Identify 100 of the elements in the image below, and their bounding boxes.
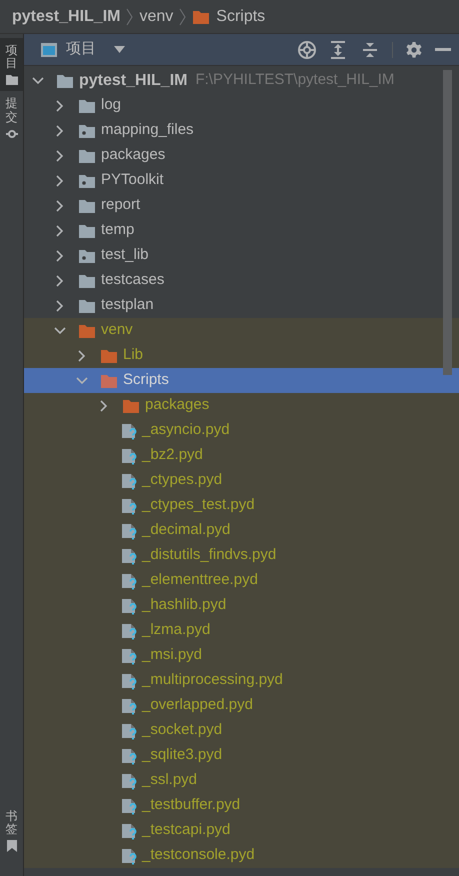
unknown-file-icon <box>121 446 137 464</box>
chevron-right-icon[interactable] <box>54 100 66 112</box>
folder-icon <box>78 98 96 114</box>
tree-row[interactable]: packages <box>24 393 459 418</box>
folder-name: packages <box>101 145 166 166</box>
tree-row[interactable]: packages <box>24 143 459 168</box>
tree-row[interactable]: temp <box>24 218 459 243</box>
breadcrumb-item[interactable]: pytest_HIL_IM <box>12 4 120 28</box>
unknown-file-icon <box>121 422 137 440</box>
folder-name: testplan <box>101 295 154 316</box>
unknown-file-icon <box>121 746 137 764</box>
tree-row[interactable]: _socket.pyd <box>24 718 459 743</box>
tree-row[interactable]: _bz2.pyd <box>24 443 459 468</box>
tree-row[interactable]: _sqlite3.pyd <box>24 743 459 768</box>
tree-row[interactable]: _testconsole.pyd <box>24 843 459 868</box>
tree-row[interactable]: Lib <box>24 343 459 368</box>
window-icon <box>40 42 58 58</box>
tree-row[interactable]: PYToolkit <box>24 168 459 193</box>
chevron-down-icon[interactable] <box>76 374 88 386</box>
tree-row[interactable]: _hashlib.pyd <box>24 593 459 618</box>
chevron-right-icon[interactable] <box>54 274 66 286</box>
chevron-right-icon[interactable] <box>54 150 66 162</box>
locate-icon[interactable] <box>297 40 317 60</box>
chevron-right-icon[interactable] <box>54 174 66 186</box>
expand-all-icon[interactable] <box>330 40 346 58</box>
tree-row[interactable]: _msi.pyd <box>24 643 459 668</box>
tree-row[interactable]: _ssl.pyd <box>24 768 459 793</box>
settings-icon[interactable] <box>405 40 423 58</box>
tree-row[interactable]: report <box>24 193 459 218</box>
file-name: _overlapped.pyd <box>142 695 253 716</box>
folder-icon <box>56 72 74 88</box>
side-tab[interactable]: 项目 <box>0 38 23 92</box>
folder-name: test_lib <box>101 245 149 266</box>
folder-name: testcases <box>101 270 164 290</box>
tree-row[interactable]: _testbuffer.pyd <box>24 793 459 818</box>
folder-name: report <box>101 195 140 216</box>
chevron-right-icon[interactable] <box>54 200 66 212</box>
unknown-file-icon <box>121 772 137 790</box>
tree-row[interactable]: testcases <box>24 268 459 293</box>
unknown-file-icon <box>121 546 137 564</box>
file-name: _testbuffer.pyd <box>142 795 240 816</box>
folder-path: F:\PYHILTEST\pytest_HIL_IM <box>195 70 394 90</box>
panel-title[interactable]: 项目 <box>66 38 96 61</box>
file-name: _multiprocessing.pyd <box>142 670 283 690</box>
folder-name: Lib <box>123 345 144 366</box>
tree-row[interactable]: _ctypes_test.pyd <box>24 493 459 518</box>
unknown-file-icon <box>121 696 137 714</box>
tree-row[interactable]: _distutils_findvs.pyd <box>24 543 459 568</box>
dropdown-icon[interactable] <box>114 46 125 53</box>
chevron-right-icon[interactable] <box>76 350 88 362</box>
tree-row[interactable]: _overlapped.pyd <box>24 693 459 718</box>
tree-row[interactable]: _elementtree.pyd <box>24 568 459 593</box>
chevron-down-icon[interactable] <box>32 74 44 86</box>
chevron-right-icon[interactable] <box>54 124 66 136</box>
chevron-right-icon[interactable] <box>54 224 66 236</box>
tree-row[interactable]: _asyncio.pyd <box>24 418 459 443</box>
folder-name: Scripts <box>123 370 169 390</box>
file-name: _distutils_findvs.pyd <box>142 545 276 566</box>
file-name: _ctypes.pyd <box>142 470 222 490</box>
unknown-file-icon <box>121 596 137 614</box>
side-tab[interactable]: 提交 <box>0 91 23 146</box>
folder-icon <box>78 272 96 288</box>
chevron-right-icon[interactable] <box>54 250 66 262</box>
folder-icon <box>100 372 118 388</box>
folder-name: temp <box>101 220 134 240</box>
chevron-down-icon[interactable] <box>54 324 66 336</box>
folder-icon <box>78 322 96 338</box>
tree-row[interactable]: _lzma.pyd <box>24 618 459 643</box>
file-name: _bz2.pyd <box>142 445 203 466</box>
side-tab[interactable]: 书签 <box>0 804 23 858</box>
tree-row[interactable]: Scripts <box>24 368 459 393</box>
file-name: _sqlite3.pyd <box>142 745 222 766</box>
separator-icon <box>126 8 134 26</box>
tree-row[interactable]: _decimal.pyd <box>24 518 459 543</box>
unknown-file-icon <box>121 796 137 814</box>
unknown-file-icon <box>121 472 137 490</box>
unknown-file-icon <box>121 672 137 690</box>
chevron-right-icon[interactable] <box>98 400 110 412</box>
tree-row[interactable]: testplan <box>24 293 459 318</box>
file-name: _decimal.pyd <box>142 520 230 540</box>
tree-row[interactable]: mapping_files <box>24 118 459 143</box>
tree-row[interactable]: pytest_HIL_IM F:\PYHILTEST\pytest_HIL_IM <box>24 68 459 93</box>
chevron-right-icon[interactable] <box>54 300 66 312</box>
tree-row[interactable]: _multiprocessing.pyd <box>24 668 459 693</box>
tree-row[interactable]: log <box>24 93 459 118</box>
unknown-file-icon <box>121 522 137 540</box>
file-name: _hashlib.pyd <box>142 595 226 616</box>
folder-name: packages <box>145 395 210 416</box>
breadcrumb-item[interactable]: Scripts <box>216 4 266 28</box>
file-name: _elementtree.pyd <box>142 570 258 590</box>
unknown-file-icon <box>121 496 137 514</box>
tree-row[interactable]: test_lib <box>24 243 459 268</box>
breadcrumb-item[interactable]: venv <box>139 4 174 28</box>
tree-row[interactable]: _ctypes.pyd <box>24 468 459 493</box>
collapse-all-icon[interactable] <box>362 40 378 58</box>
scrollbar[interactable] <box>443 70 452 375</box>
tree-row[interactable]: venv <box>24 318 459 343</box>
unknown-file-icon <box>121 572 137 590</box>
folder-name: mapping_files <box>101 120 194 140</box>
tree-row[interactable]: _testcapi.pyd <box>24 818 459 843</box>
